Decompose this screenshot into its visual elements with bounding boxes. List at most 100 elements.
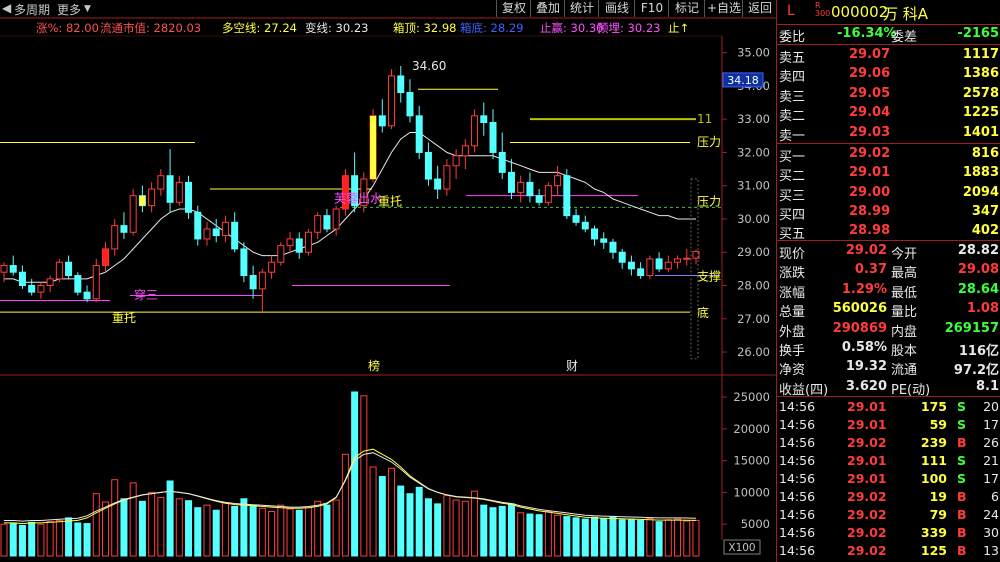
- stat-value: 0.58%: [841, 340, 887, 355]
- stat-value: 0.37: [854, 262, 887, 278]
- candle-body: [185, 181, 193, 213]
- volume-bar: [424, 498, 432, 557]
- stat-value: 116亿: [958, 344, 999, 359]
- ask-row: 卖一 29.03 1401: [777, 124, 1000, 144]
- candle-body: [74, 275, 82, 293]
- trade-price: 29.01: [847, 417, 887, 432]
- ask-price: 29.05: [849, 85, 891, 101]
- stat-value: 29.02: [845, 243, 887, 258]
- stat-row: 涨幅 1.29% 最低 28.64: [777, 281, 1000, 301]
- trade-time: 14:56: [779, 399, 816, 414]
- volume-bar: [9, 522, 17, 557]
- price-tick-label: 35.00: [737, 46, 770, 60]
- candle-body: [591, 228, 599, 240]
- trade-count: 24: [983, 507, 999, 522]
- stat-row: 涨跌 0.37 最高 29.08: [777, 261, 1000, 281]
- candle-body: [452, 155, 460, 167]
- volume-tick-label: 5000: [741, 517, 770, 531]
- trade-time: 14:56: [779, 525, 816, 540]
- trade-side: B: [957, 507, 967, 522]
- stat-value: 28.64: [957, 281, 999, 297]
- trade-volume: 239: [920, 435, 947, 450]
- volume-bar: [286, 508, 294, 557]
- trade-row: 14:56 29.02 125 B 13: [777, 542, 1000, 560]
- candle-body: [517, 181, 525, 193]
- candle-body: [92, 265, 100, 300]
- trade-price: 29.02: [847, 543, 887, 558]
- volume-bar: [572, 517, 580, 557]
- kline-chart[interactable]: 35.0034.0033.0032.0031.0030.0029.0028.00…: [0, 0, 776, 562]
- candle-body: [28, 285, 36, 293]
- stat-row: 净资 19.32 流通 97.2亿: [777, 358, 1000, 378]
- volume-bar: [157, 497, 165, 557]
- stat-value: 560026: [832, 301, 887, 317]
- quote-panel: L R 300 000002 万 科A 委比 -16.34% 委差 -2165 …: [776, 0, 1000, 562]
- chart-annotation: 压力: [697, 135, 721, 149]
- volume-bar: [351, 391, 359, 557]
- trade-row: 14:56 29.01 175 S 20: [777, 398, 1000, 416]
- chart-annotation: 11: [697, 112, 712, 126]
- volume-bar: [148, 491, 156, 557]
- candle-body: [295, 238, 303, 253]
- trade-side: B: [957, 525, 967, 540]
- candle-body: [674, 258, 682, 263]
- volume-bar: [406, 493, 414, 557]
- trade-time: 14:56: [779, 417, 816, 432]
- volume-bar: [544, 511, 552, 557]
- weicha-value: -2165: [957, 26, 999, 41]
- volume-bar: [341, 453, 349, 557]
- candle-body: [304, 231, 312, 253]
- stat-label: 今开: [891, 247, 918, 262]
- trade-price: 29.02: [847, 489, 887, 504]
- stat-label: 现价: [779, 247, 806, 262]
- candle-body: [129, 195, 137, 233]
- stat-value: 1.08: [966, 301, 999, 317]
- volume-bar: [231, 505, 239, 557]
- chart-annotation: 重托: [112, 311, 136, 325]
- chart-annotation: 34.60: [412, 59, 446, 73]
- trade-side: S: [957, 453, 967, 468]
- trade-count: 6: [991, 489, 999, 504]
- stat-label: 收益(四): [779, 382, 829, 398]
- trade-time: 14:56: [779, 435, 816, 450]
- trade-count: 21: [983, 453, 999, 468]
- ask-label: 卖一: [779, 128, 806, 144]
- trade-volume: 19: [929, 489, 947, 504]
- candle-body: [249, 275, 257, 290]
- bid-volume: 2094: [962, 184, 999, 200]
- candle-body: [37, 285, 45, 293]
- trade-row: 14:56 29.01 111 S 21: [777, 452, 1000, 470]
- trade-side: B: [957, 435, 967, 450]
- volume-bar: [369, 466, 377, 557]
- trade-count: 13: [983, 543, 999, 558]
- stat-label: 最低: [891, 285, 918, 301]
- volume-bar: [664, 519, 672, 557]
- trade-price: 29.01: [847, 399, 887, 414]
- chart-annotation: 重托: [378, 195, 402, 209]
- candle-body: [212, 228, 220, 237]
- volume-bar: [74, 522, 82, 557]
- stat-value: 1.29%: [841, 281, 887, 297]
- volume-bar: [138, 500, 146, 557]
- volume-bar: [37, 523, 45, 557]
- trade-volume: 339: [920, 525, 947, 540]
- chart-annotation: 芙蓉出水: [334, 191, 382, 205]
- trade-price: 29.01: [847, 453, 887, 468]
- stat-value: 19.32: [845, 359, 887, 375]
- volume-bar: [415, 486, 423, 557]
- candle-body: [111, 225, 119, 250]
- trade-count: 26: [983, 435, 999, 450]
- candle-body: [655, 258, 663, 270]
- price-tick-label: 29.00: [737, 245, 770, 259]
- trade-row: 14:56 29.02 19 B 6: [777, 488, 1000, 506]
- bid-price: 29.01: [849, 165, 891, 181]
- candle-body: [544, 185, 552, 203]
- bid-label: 买四: [779, 207, 806, 223]
- candle-body: [461, 145, 469, 157]
- volume-bar: [507, 503, 515, 557]
- volume-tick-label: 10000: [733, 485, 770, 499]
- weibi-value: -16.34%: [837, 26, 897, 41]
- candle-body: [526, 181, 534, 197]
- candle-body: [637, 268, 645, 277]
- volume-bar: [554, 514, 562, 557]
